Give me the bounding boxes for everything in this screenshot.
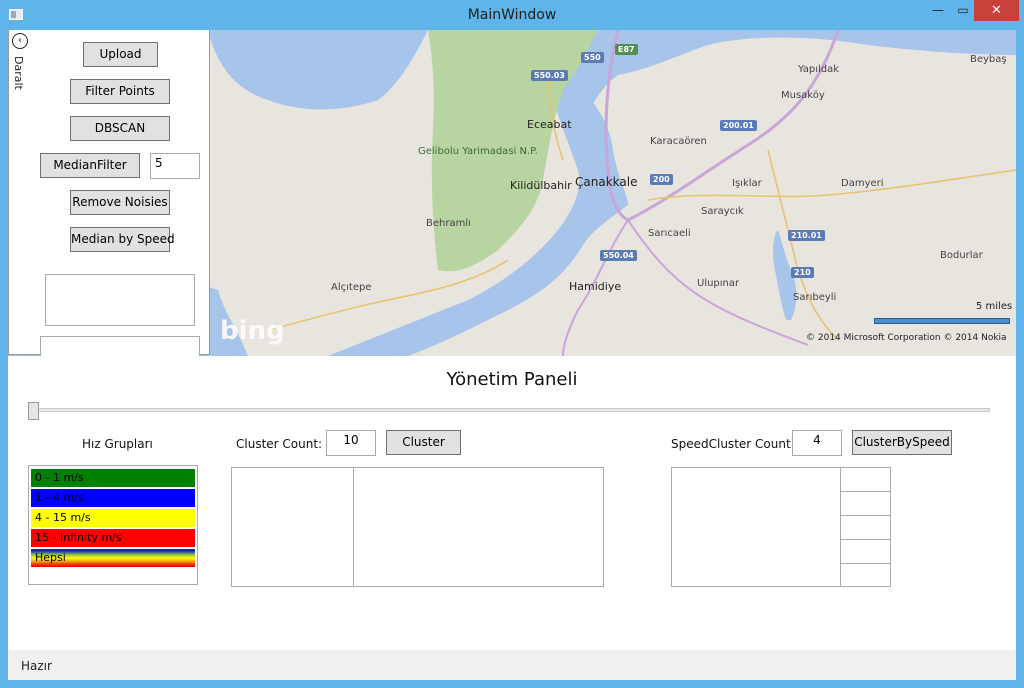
cluster-list-divider (353, 468, 354, 586)
road-shield-210: 210 (791, 267, 814, 278)
map-label-yapildak: Yapıldak (798, 64, 840, 75)
median-filter-button[interactable]: MedianFilter (40, 153, 140, 178)
map-label-saraycik: Saraycık (701, 206, 744, 217)
client-area: Yapıldak Beybaş Musaköy Eceabat Karacaör… (8, 30, 1016, 680)
filter-points-button[interactable]: Filter Points (70, 79, 170, 104)
map-label-hamidiye: Hamidiye (569, 280, 622, 293)
median-window-field[interactable]: 5 (150, 153, 200, 179)
main-window: MainWindow — ▭ ✕ Yapıldak Beybaş Musaköy… (0, 0, 1024, 688)
dbscan-button[interactable]: DBSCAN (70, 116, 170, 141)
speed-group-item[interactable]: 0 - 1 m/s (31, 469, 195, 487)
map-label-musakoy: Musaköy (781, 90, 825, 101)
speed-groups-label: Hız Grupları (82, 437, 153, 451)
road-shield-200-01: 200.01 (720, 120, 757, 131)
map-scale-bar (874, 318, 1010, 324)
map-copyright: © 2014 Microsoft Corporation © 2014 Noki… (806, 333, 1007, 343)
close-icon[interactable]: ✕ (974, 0, 1019, 21)
map-label-karacaoren: Karacaören (650, 136, 707, 147)
status-text: Hazır (21, 659, 52, 673)
speedcluster-cell[interactable] (841, 540, 891, 564)
road-shield-e87: E87 (615, 44, 638, 55)
speedcluster-count-label: SpeedCluster Count: (671, 437, 795, 451)
speedcluster-count-field[interactable]: 4 (792, 430, 842, 456)
speedcluster-cell[interactable] (841, 564, 891, 588)
map-label-gelibolu: Gelibolu Yarimadasi N.P. (418, 146, 538, 157)
map-label-saribeyli: Sarıbeyli (793, 292, 837, 303)
speed-group-item[interactable]: 1 - 4 m/s (31, 489, 195, 507)
speed-group-item-all[interactable]: Hepsi (31, 549, 195, 567)
road-shield-550-03: 550.03 (531, 70, 568, 81)
speedcluster-cell[interactable] (841, 492, 891, 516)
time-slider-track[interactable] (30, 408, 990, 412)
speedcluster-cell[interactable] (841, 516, 891, 540)
panel-title: Yönetim Paneli (446, 369, 578, 390)
map-label-damyeri: Damyeri (841, 178, 884, 189)
speedcluster-cell[interactable] (841, 468, 891, 492)
cluster-button[interactable]: Cluster (386, 430, 461, 455)
speedcluster-list[interactable] (671, 467, 891, 587)
road-shield-550-04: 550.04 (600, 250, 637, 261)
map-label-alcitepe: Alçıtepe (331, 282, 372, 293)
clusterbyspeed-button[interactable]: ClusterBySpeed (852, 430, 952, 455)
cluster-count-label: Cluster Count: (236, 437, 323, 451)
map-scale-label: 5 miles (976, 301, 1013, 312)
map-label-isiklar: Işıklar (732, 178, 762, 189)
road-shield-210-01: 210.01 (788, 230, 825, 241)
minimize-icon[interactable]: — (925, 0, 951, 21)
road-shield-550: 550 (581, 52, 604, 63)
collapse-label[interactable]: Daralt (12, 56, 25, 90)
bing-logo: bing (220, 316, 285, 346)
maximize-icon[interactable]: ▭ (950, 0, 976, 21)
collapse-chevron-icon[interactable]: ‹ (12, 33, 28, 49)
map-view[interactable]: Yapıldak Beybaş Musaköy Eceabat Karacaör… (8, 30, 1016, 356)
map-label-kilidulbahir: Kilidülbahir (510, 179, 572, 192)
speed-group-item[interactable]: 15 - Infinity m/s (31, 529, 195, 547)
map-label-behramli: Behramlı (426, 218, 471, 229)
tools-panel: ‹ Daralt Upload Filter Points DBSCAN Med… (8, 30, 210, 356)
median-by-speed-button[interactable]: Median by Speed (70, 227, 175, 252)
road-shield-200: 200 (650, 174, 673, 185)
map-label-beybas: Beybaş (970, 54, 1007, 65)
window-title: MainWindow (467, 7, 557, 23)
output-listbox-2[interactable] (40, 336, 200, 356)
speed-group-item[interactable]: 4 - 15 m/s (31, 509, 195, 527)
upload-button[interactable]: Upload (83, 42, 158, 67)
speed-groups-list[interactable]: 0 - 1 m/s 1 - 4 m/s 4 - 15 m/s 15 - Infi… (28, 465, 198, 585)
status-bar: Hazır (8, 650, 1016, 680)
cluster-count-field[interactable]: 10 (326, 430, 376, 456)
map-label-ulupinar: Ulupınar (697, 278, 740, 289)
cluster-list[interactable] (231, 467, 604, 587)
map-label-eceabat: Eceabat (527, 118, 572, 131)
title-bar[interactable]: MainWindow — ▭ ✕ (0, 0, 1024, 30)
remove-noisies-button[interactable]: Remove Noisies (70, 190, 170, 215)
time-slider-thumb[interactable] (28, 402, 39, 420)
map-label-saricaeli: Sarıcaeli (648, 228, 691, 239)
map-label-canakkale: Çanakkale (575, 175, 638, 189)
map-label-bodurlar: Bodurlar (940, 250, 983, 261)
output-listbox[interactable] (45, 274, 195, 326)
